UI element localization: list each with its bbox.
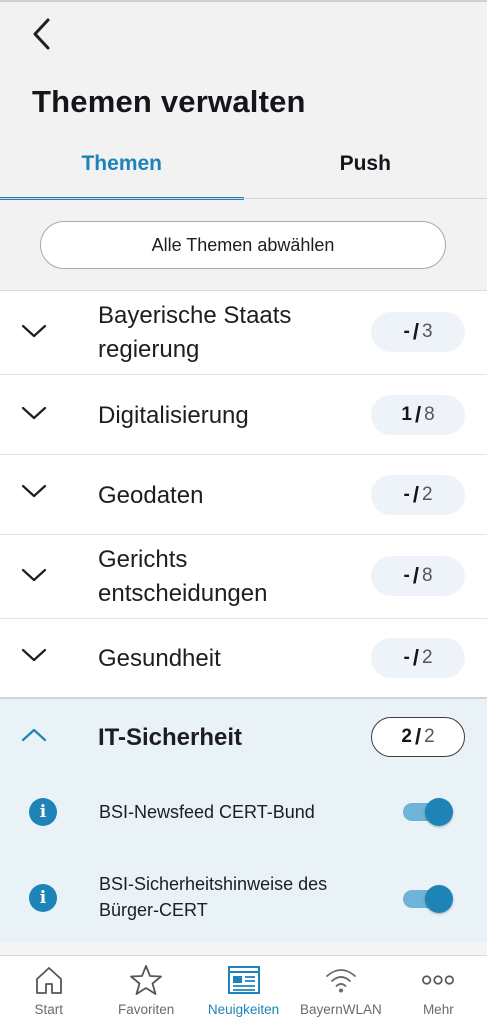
- subtopic-label-line: BSI-Newsfeed CERT-Bund: [99, 802, 315, 822]
- subtopic-toggle[interactable]: [403, 884, 453, 913]
- topic-label-line: Digitalisierung: [98, 402, 249, 429]
- total-count: 8: [424, 404, 435, 425]
- chevron-down-icon: [21, 648, 47, 662]
- chevron-down-icon: [21, 406, 47, 420]
- topic-label-line: IT-Sicherheit: [98, 724, 243, 751]
- topic-row[interactable]: Digitalisierung 1/8: [0, 375, 487, 455]
- nav-start[interactable]: Start: [0, 956, 97, 1024]
- topic-label: Gerichts entscheidungen: [98, 543, 267, 611]
- tab-push[interactable]: Push: [244, 142, 487, 200]
- topic-count-badge: -/8: [371, 556, 465, 596]
- info-icon[interactable]: i: [29, 798, 57, 826]
- chevron-down-icon: [21, 324, 47, 338]
- topic-label-line: Gerichts: [98, 546, 188, 573]
- total-count: 2: [421, 647, 433, 668]
- star-icon: [129, 963, 163, 997]
- wifi-icon: [324, 963, 358, 997]
- topic-label: Digitalisierung: [98, 399, 249, 433]
- nav-label: Mehr: [422, 1002, 454, 1017]
- back-button[interactable]: [22, 14, 62, 54]
- topic-label-line: Geodaten: [98, 482, 204, 509]
- tab-divider: [0, 198, 487, 199]
- subtopic-label: BSI-Sicherheitshinweise des Bürger-CERT: [99, 871, 327, 923]
- topic-label: IT-Sicherheit: [98, 721, 242, 755]
- chevron-down-icon: [21, 568, 47, 582]
- nav-label: Start: [34, 1002, 63, 1017]
- nav-favoriten[interactable]: Favoriten: [97, 956, 194, 1024]
- topic-label-line: Gesundheit: [98, 645, 221, 672]
- chevron-down-icon: [21, 484, 47, 498]
- topic-row-expanded[interactable]: IT-Sicherheit 2/2: [0, 699, 487, 777]
- subtopic-label: BSI-Newsfeed CERT-Bund: [99, 799, 315, 825]
- subtopic-row: i BSI-Newsfeed CERT-Bund: [0, 777, 487, 861]
- topic-label-line: regierung: [98, 336, 200, 363]
- topic-row[interactable]: Gesundheit -/2: [0, 619, 487, 699]
- topic-row[interactable]: Gerichts entscheidungen -/8: [0, 535, 487, 619]
- count-separator: /: [412, 645, 419, 670]
- topic-label: Bayerische Staats regierung: [98, 299, 291, 367]
- topic-label-line: entscheidungen: [98, 580, 268, 607]
- selected-count: 2: [401, 726, 412, 747]
- selected-count: -: [403, 565, 410, 586]
- topic-row[interactable]: Geodaten -/2: [0, 455, 487, 535]
- chevron-up-icon: [21, 728, 47, 742]
- total-count: 8: [421, 565, 433, 586]
- tab-themen[interactable]: Themen: [0, 142, 244, 200]
- nav-neuigkeiten[interactable]: Neuigkeiten: [195, 956, 292, 1024]
- topic-list: Bayerische Staats regierung -/3 Digitali…: [0, 290, 487, 942]
- nav-bayernwlan[interactable]: BayernWLAN: [292, 956, 389, 1024]
- total-count: 2: [421, 484, 433, 505]
- newspaper-icon: [227, 963, 261, 997]
- more-dots-icon: [421, 963, 455, 997]
- subtopic-label-line: BSI-Sicherheitshinweise des: [99, 874, 328, 894]
- page-title: Themen verwalten: [32, 84, 306, 119]
- topic-count-badge: 2/2: [371, 717, 465, 757]
- topic-count-badge: 1/8: [371, 395, 465, 435]
- nav-mehr[interactable]: Mehr: [390, 956, 487, 1024]
- nav-label: BayernWLAN: [300, 1002, 382, 1017]
- count-separator: /: [412, 319, 419, 344]
- nav-label: Favoriten: [117, 1002, 175, 1017]
- selected-count: -: [403, 647, 410, 668]
- bottom-navigation: Start Favoriten Neuigkeiten BayernWLAN M…: [0, 955, 487, 1024]
- topic-label-line: Bayerische Staats: [98, 302, 292, 329]
- header: Themen verwalten Themen Push Alle Themen…: [0, 0, 487, 290]
- total-count: 2: [424, 726, 435, 747]
- count-separator: /: [414, 724, 422, 749]
- topic-count-badge: -/2: [371, 638, 465, 678]
- topic-count-badge: -/2: [371, 475, 465, 515]
- selected-count: -: [403, 321, 410, 342]
- count-separator: /: [412, 563, 419, 588]
- nav-label: Neuigkeiten: [207, 1002, 280, 1017]
- toggle-thumb: [425, 798, 453, 826]
- topic-label: Geodaten: [98, 479, 203, 513]
- subtopic-label-line: Bürger-CERT: [99, 900, 208, 920]
- selected-count: -: [403, 484, 410, 505]
- topic-label: Gesundheit: [98, 642, 221, 676]
- selected-count: 1: [401, 404, 412, 425]
- chevron-left-icon: [33, 18, 50, 50]
- count-separator: /: [412, 482, 419, 507]
- topic-count-badge: -/3: [371, 312, 465, 352]
- home-icon: [32, 963, 66, 997]
- toggle-thumb: [425, 885, 453, 913]
- count-separator: /: [414, 402, 422, 427]
- info-icon[interactable]: i: [29, 884, 57, 912]
- subtopic-toggle[interactable]: [403, 797, 453, 826]
- deselect-all-button[interactable]: Alle Themen abwählen: [40, 221, 446, 269]
- tab-bar: Themen Push: [0, 142, 487, 200]
- subtopic-row: i BSI-Sicherheitshinweise des Bürger-CER…: [0, 861, 487, 942]
- topic-row[interactable]: Bayerische Staats regierung -/3: [0, 291, 487, 375]
- total-count: 3: [421, 321, 433, 342]
